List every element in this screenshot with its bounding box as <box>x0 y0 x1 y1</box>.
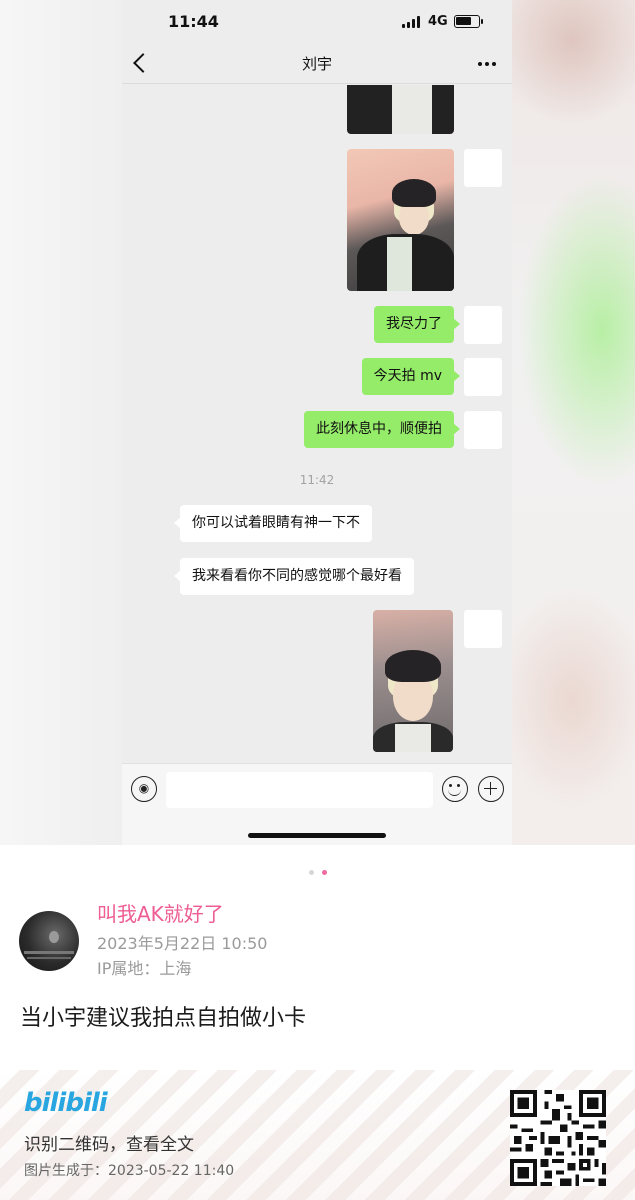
author-avatar[interactable] <box>19 911 79 971</box>
self-avatar[interactable] <box>464 411 502 449</box>
emoji-icon[interactable] <box>442 776 468 802</box>
author-name[interactable]: 叫我AK就好了 <box>97 898 224 927</box>
pager-dot[interactable] <box>308 870 314 875</box>
background-blur-left <box>0 0 122 845</box>
image-pager[interactable] <box>0 860 635 875</box>
chat-input-bar: ◉ <box>122 763 512 845</box>
incoming-message[interactable]: 你可以试着眼睛有神一下不 <box>174 505 372 542</box>
post-ip-location: IP属地：上海 <box>97 959 192 978</box>
bilibili-logo: bilibili <box>24 1088 108 1118</box>
post-date: 2023年5月22日 10:50 <box>97 934 268 953</box>
message-input[interactable] <box>166 772 433 808</box>
photo-message[interactable] <box>347 85 454 134</box>
post-text: 当小宇建议我拍点自拍做小卡 <box>20 1006 307 1031</box>
qr-hint: 识别二维码，查看全文 <box>24 1135 194 1155</box>
plus-icon[interactable] <box>478 776 504 802</box>
photo-message[interactable] <box>373 610 453 752</box>
incoming-message[interactable]: 我来看看你不同的感觉哪个最好看 <box>174 558 414 595</box>
outgoing-message[interactable]: 我尽力了 <box>374 306 460 343</box>
photo-message[interactable] <box>347 149 454 291</box>
more-icon[interactable] <box>478 62 496 66</box>
status-bar: 11:44 4G <box>122 0 512 44</box>
network-label: 4G <box>428 14 448 29</box>
chat-screenshot: 11:44 4G 刘宇 我尽力了 今天拍 mv 此刻休息中，顺便拍 11:42 … <box>0 0 635 845</box>
self-avatar[interactable] <box>464 358 502 396</box>
self-avatar[interactable] <box>464 149 502 187</box>
voice-icon[interactable]: ◉ <box>131 776 157 802</box>
battery-icon <box>454 15 483 28</box>
time-separator: 11:42 <box>299 473 335 487</box>
background-blur-right <box>512 0 635 845</box>
phone-screen: 11:44 4G 刘宇 我尽力了 今天拍 mv 此刻休息中，顺便拍 11:42 … <box>122 0 512 845</box>
outgoing-message[interactable]: 此刻休息中，顺便拍 <box>304 411 460 448</box>
qr-code[interactable] <box>510 1090 606 1186</box>
outgoing-message[interactable]: 今天拍 mv <box>361 358 461 395</box>
self-avatar[interactable] <box>464 306 502 344</box>
signal-icon <box>402 16 420 28</box>
home-indicator <box>248 833 386 838</box>
message-list[interactable]: 我尽力了 今天拍 mv 此刻休息中，顺便拍 11:42 你可以试着眼睛有神一下不… <box>122 85 512 763</box>
status-time: 11:44 <box>168 12 219 31</box>
chat-header: 刘宇 <box>122 44 512 84</box>
pager-dot-active[interactable] <box>321 870 327 875</box>
generated-time: 图片生成于：2023-05-22 11:40 <box>24 1163 235 1179</box>
share-footer: bilibili 识别二维码，查看全文 图片生成于：2023-05-22 11:… <box>0 1070 635 1200</box>
self-avatar[interactable] <box>464 610 502 648</box>
chat-title: 刘宇 <box>301 55 332 73</box>
